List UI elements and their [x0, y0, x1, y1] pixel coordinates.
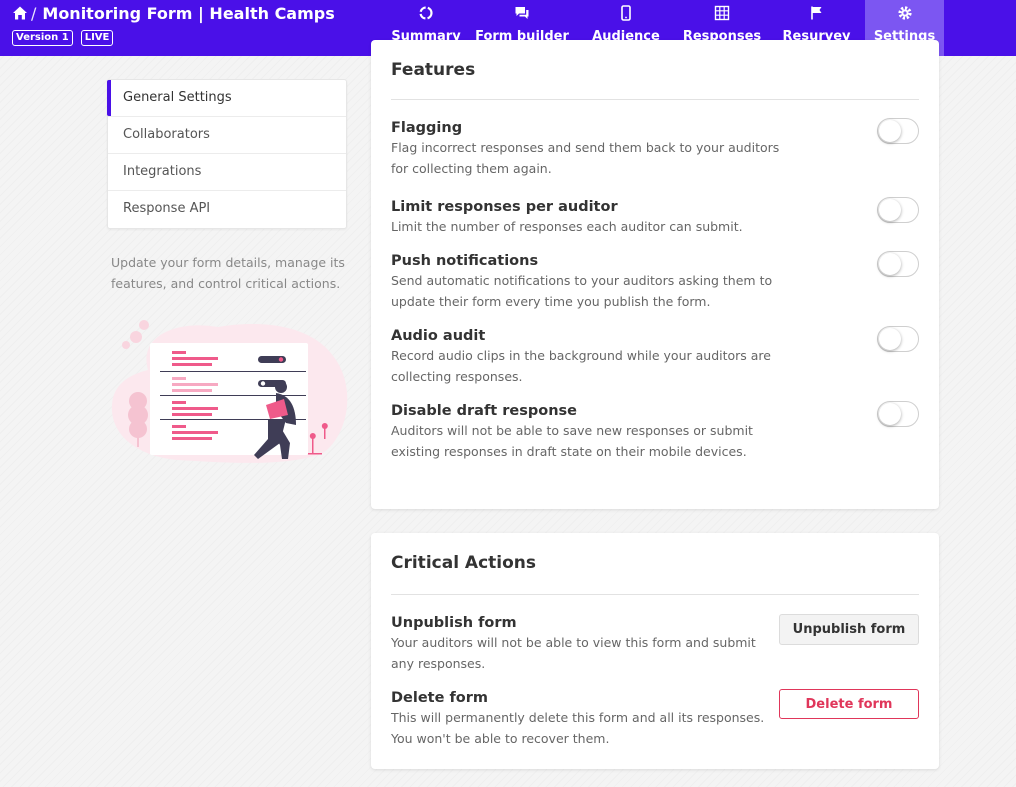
- feature-description: Auditors will not be able to save new re…: [391, 423, 753, 459]
- feature-flagging: Flagging Flag incorrect responses and se…: [391, 118, 919, 179]
- unpublish-title: Unpublish form: [391, 615, 517, 631]
- chat-icon: [515, 7, 529, 19]
- summary-icon: [419, 6, 433, 20]
- sidebar-description: Update your form details, manage its fea…: [111, 255, 345, 291]
- unpublish-form-button[interactable]: Unpublish form: [779, 614, 919, 645]
- gear-icon: [897, 6, 912, 20]
- flag-icon: [810, 6, 821, 20]
- sidebar-item-general-settings[interactable]: General Settings: [107, 80, 346, 117]
- settings-illustration: [111, 320, 348, 463]
- breadcrumb-separator: /: [31, 3, 37, 23]
- form-header: / Monitoring Form | Health Camps Version…: [12, 3, 335, 46]
- sidebar-item-collaborators[interactable]: Collaborators: [108, 117, 346, 154]
- delete-form-button[interactable]: Delete form: [779, 689, 919, 719]
- toggle-knob: [879, 199, 901, 221]
- feature-limit-responses: Limit responses per auditor Limit the nu…: [391, 197, 919, 237]
- delete-description: This will permanently delete this form a…: [391, 710, 765, 746]
- feature-title: Audio audit: [391, 328, 486, 344]
- home-icon[interactable]: [12, 5, 28, 21]
- version-badge[interactable]: Version 1: [12, 30, 73, 46]
- critical-actions-card: Critical Actions Unpublish form Your aud…: [371, 533, 939, 769]
- sidebar-item-integrations[interactable]: Integrations: [108, 154, 346, 191]
- toggle-knob: [879, 120, 901, 142]
- limit-responses-toggle[interactable]: [877, 197, 919, 223]
- toggle-knob: [879, 403, 901, 425]
- feature-description: Flag incorrect responses and send them b…: [391, 140, 780, 176]
- sidebar-item-response-api[interactable]: Response API: [108, 191, 346, 228]
- audio-audit-toggle[interactable]: [877, 326, 919, 352]
- delete-title: Delete form: [391, 690, 489, 706]
- settings-sidebar: General Settings Collaborators Integrati…: [107, 79, 347, 229]
- unpublish-description: Your auditors will not be able to view t…: [391, 635, 756, 671]
- flagging-toggle[interactable]: [877, 118, 919, 144]
- delete-section: Delete form This will permanently delete…: [391, 689, 791, 749]
- features-divider: [391, 99, 919, 100]
- disable-draft-toggle[interactable]: [877, 401, 919, 427]
- live-status-badge: LIVE: [80, 30, 114, 46]
- feature-title: Limit responses per auditor: [391, 199, 618, 215]
- feature-title: Push notifications: [391, 253, 539, 269]
- critical-actions-divider: [391, 594, 919, 595]
- features-heading: Features: [391, 60, 476, 80]
- feature-description: Record audio clips in the background whi…: [391, 348, 771, 384]
- form-title: Monitoring Form | Health Camps: [42, 3, 335, 23]
- critical-actions-heading: Critical Actions: [391, 553, 537, 573]
- grid-icon: [714, 5, 730, 21]
- unpublish-section: Unpublish form Your auditors will not be…: [391, 614, 791, 674]
- toggle-knob: [879, 328, 901, 350]
- push-notifications-toggle[interactable]: [877, 251, 919, 277]
- mobile-icon: [621, 5, 631, 21]
- toggle-knob: [879, 253, 901, 275]
- feature-push-notifications: Push notifications Send automatic notifi…: [391, 251, 919, 312]
- feature-title: Flagging: [391, 120, 463, 136]
- features-card: Features Flagging Flag incorrect respons…: [371, 40, 939, 509]
- feature-disable-draft: Disable draft response Auditors will not…: [391, 401, 919, 462]
- feature-description: Send automatic notifications to your aud…: [391, 273, 773, 309]
- feature-audio-audit: Audio audit Record audio clips in the ba…: [391, 326, 919, 387]
- feature-title: Disable draft response: [391, 403, 578, 419]
- feature-description: Limit the number of responses each audit…: [391, 219, 743, 234]
